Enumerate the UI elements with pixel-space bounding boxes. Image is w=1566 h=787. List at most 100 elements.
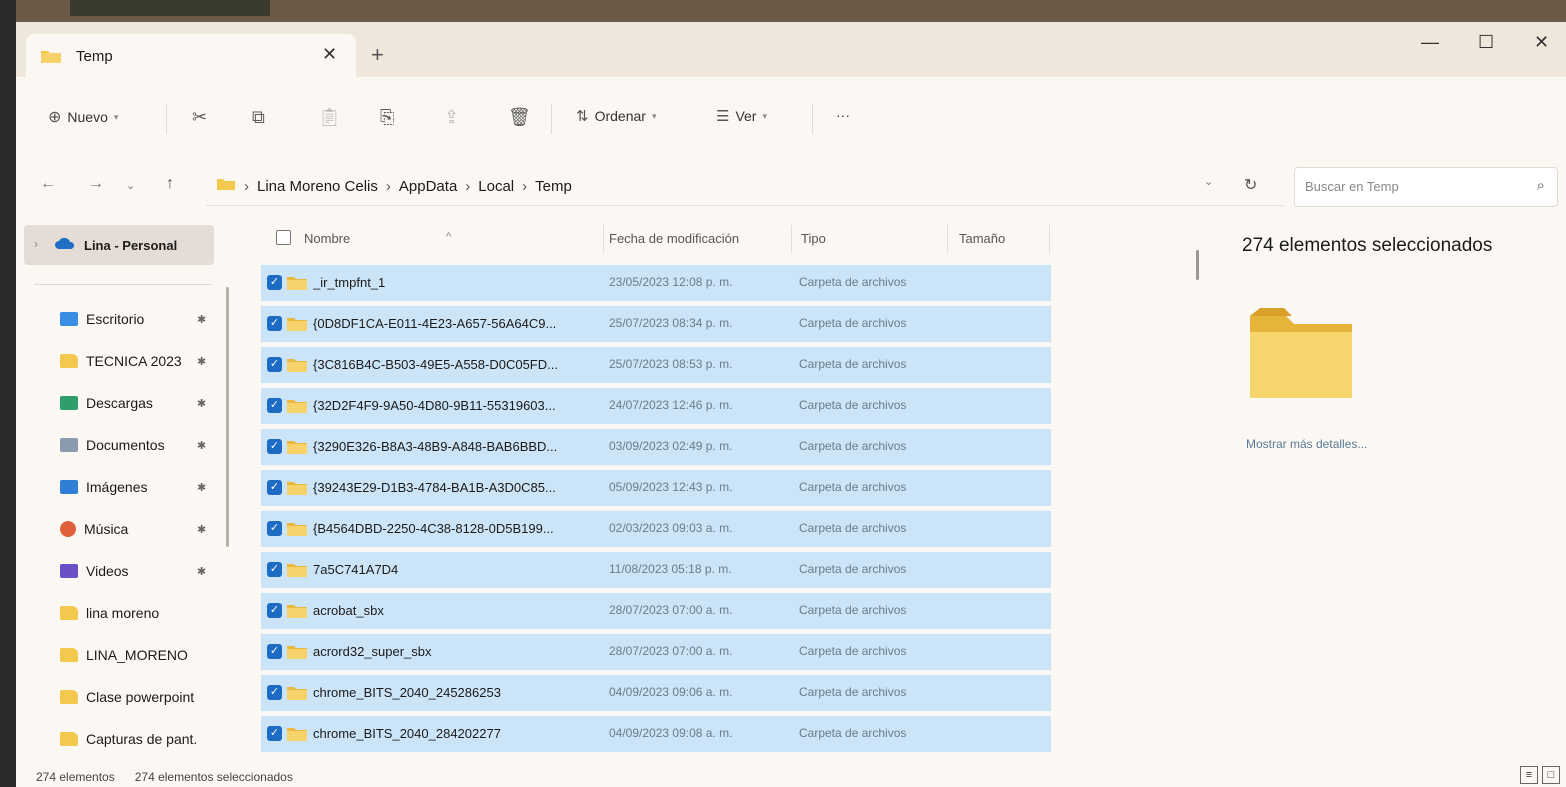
status-selected-count: 274 elementos seleccionados	[134, 770, 293, 784]
table-row[interactable]: ✓ {39243E29-D1B3-4784-BA1B-A3D0C85... 05/0…	[261, 470, 1051, 506]
sidebar-item[interactable]: Documentos ✱	[60, 425, 230, 465]
breadcrumb-item[interactable]: Lina Moreno Celis	[257, 178, 378, 195]
delete-icon[interactable]: 🗑︎	[508, 107, 531, 128]
show-more-details-link[interactable]: Mostrar más detalles...	[1246, 437, 1367, 451]
desktop-background-left	[0, 0, 16, 787]
up-arrow-icon[interactable]: ↑	[166, 175, 174, 193]
sidebar-item[interactable]: TECNICA 2023 ✱	[60, 341, 230, 381]
sidebar-item[interactable]: Videos ✱	[60, 551, 230, 591]
address-history-icon[interactable]: ⌄	[1204, 175, 1213, 188]
file-name: acrord32_super_sbx	[313, 644, 432, 659]
file-date: 02/03/2023 09:03 a. m.	[609, 521, 733, 535]
sidebar-item[interactable]: Descargas ✱	[60, 383, 230, 423]
list-scrollbar[interactable]	[1196, 250, 1199, 280]
sidebar-item[interactable]: LINA_MORENO	[60, 635, 230, 675]
breadcrumb-item[interactable]: AppData	[399, 178, 457, 195]
new-tab-button[interactable]: +	[371, 42, 384, 68]
table-row[interactable]: ✓ 7a5C741A7D4 11/08/2023 05:18 p. m. Carpet…	[261, 552, 1051, 588]
file-list: ^ Nombre Fecha de modificación Tipo Tama…	[261, 217, 1051, 777]
row-checkbox[interactable]: ✓	[267, 398, 282, 413]
row-checkbox[interactable]: ✓	[267, 603, 282, 618]
row-checkbox[interactable]: ✓	[267, 726, 282, 741]
video-icon	[60, 564, 78, 578]
pin-icon[interactable]: ✱	[197, 355, 206, 368]
pin-icon[interactable]: ✱	[197, 565, 206, 578]
tab-temp[interactable]: Temp ✕	[26, 34, 356, 77]
row-checkbox[interactable]: ✓	[267, 439, 282, 454]
column-divider[interactable]	[791, 225, 792, 253]
sidebar-item[interactable]: Clase powerpoint	[60, 677, 230, 717]
minimize-button[interactable]: —	[1421, 32, 1439, 53]
breadcrumb-item[interactable]: Local	[478, 178, 514, 195]
download-icon	[60, 396, 78, 410]
row-checkbox[interactable]: ✓	[267, 521, 282, 536]
column-header-name[interactable]: Nombre	[304, 231, 350, 246]
folder-icon	[216, 177, 236, 195]
command-bar: ⊕ Nuevo ▾ ✂ ⧉ 📋︎ ⎘ ⇪ 🗑︎ ⇅ Ordenar ▾ ☰ Ve…	[16, 77, 1566, 157]
address-bar[interactable]: › Lina Moreno Celis › AppData › Local › …	[206, 167, 1284, 206]
table-row[interactable]: ✓ acrobat_sbx 28/07/2023 07:00 a. m. Carpet…	[261, 593, 1051, 629]
table-row[interactable]: ✓ chrome_BITS_2040_245286253 04/09/2023 09…	[261, 675, 1051, 711]
details-view-icon[interactable]: ≡	[1520, 766, 1538, 784]
row-checkbox[interactable]: ✓	[267, 644, 282, 659]
row-checkbox[interactable]: ✓	[267, 685, 282, 700]
row-checkbox[interactable]: ✓	[267, 480, 282, 495]
table-row[interactable]: ✓ {3C816B4C-B503-49E5-A558-D0C05FD... 25/0…	[261, 347, 1051, 383]
file-name: chrome_BITS_2040_245286253	[313, 685, 501, 700]
file-date: 11/08/2023 05:18 p. m.	[609, 562, 732, 576]
row-checkbox[interactable]: ✓	[267, 275, 282, 290]
column-divider[interactable]	[947, 225, 948, 253]
row-checkbox[interactable]: ✓	[267, 357, 282, 372]
pin-icon[interactable]: ✱	[197, 313, 206, 326]
sidebar-item-label: Clase powerpoint	[86, 689, 195, 705]
table-row[interactable]: ✓ {B4564DBD-2250-4C38-8128-0D5B199... 02/0…	[261, 511, 1051, 547]
select-all-checkbox[interactable]	[276, 230, 291, 245]
paste-icon[interactable]: 📋︎	[318, 107, 341, 128]
refresh-icon[interactable]: ↻	[1244, 175, 1257, 195]
copy-icon[interactable]: ⧉	[252, 107, 265, 128]
file-date: 24/07/2023 12:46 p. m.	[609, 398, 733, 412]
file-name: chrome_BITS_2040_284202277	[313, 726, 501, 741]
column-header-date[interactable]: Fecha de modificación	[609, 231, 739, 246]
sidebar-item[interactable]: Capturas de pant.	[60, 719, 230, 759]
tiles-view-icon[interactable]: □	[1542, 766, 1560, 784]
file-type: Carpeta de archivos	[799, 439, 907, 453]
table-row[interactable]: ✓ _ir_tmpfnt_1 23/05/2023 12:08 p. m. Carpe…	[261, 265, 1051, 301]
column-header-size[interactable]: Tamaño	[959, 231, 1005, 246]
column-header-type[interactable]: Tipo	[801, 231, 826, 246]
rename-icon[interactable]: ⎘	[380, 107, 394, 128]
new-button[interactable]: ⊕ Nuevo ▾	[48, 107, 118, 127]
sidebar-item[interactable]: Música ✱	[60, 509, 230, 549]
table-row[interactable]: ✓ acrord32_super_sbx 28/07/2023 07:00 a. m…	[261, 634, 1051, 670]
table-row[interactable]: ✓ chrome_BITS_2040_284202277 04/09/2023 09…	[261, 716, 1051, 752]
back-arrow-icon[interactable]: ←	[40, 175, 56, 193]
sidebar-item[interactable]: Escritorio ✱	[60, 299, 230, 339]
pin-icon[interactable]: ✱	[197, 439, 206, 452]
recent-locations-icon[interactable]: ⌄	[126, 179, 135, 192]
sidebar-item-onedrive[interactable]: › Lina - Personal	[24, 225, 214, 265]
pin-icon[interactable]: ✱	[197, 523, 206, 536]
cut-icon[interactable]: ✂	[192, 107, 207, 128]
maximize-button[interactable]: ☐	[1478, 32, 1494, 53]
breadcrumb-separator: ›	[465, 177, 471, 195]
share-icon[interactable]: ⇪	[444, 107, 459, 128]
row-checkbox[interactable]: ✓	[267, 562, 282, 577]
view-button[interactable]: ☰ Ver ▾	[716, 107, 767, 125]
pin-icon[interactable]: ✱	[197, 481, 206, 494]
table-row[interactable]: ✓ {32D2F4F9-9A50-4D80-9B11-55319603... 24/…	[261, 388, 1051, 424]
search-box[interactable]: Buscar en Temp ⌕	[1294, 167, 1558, 207]
close-window-button[interactable]: ✕	[1534, 32, 1549, 53]
column-divider[interactable]	[1049, 225, 1050, 253]
sidebar-item[interactable]: lina moreno	[60, 593, 230, 633]
sort-button[interactable]: ⇅ Ordenar ▾	[576, 107, 656, 125]
more-options-button[interactable]: ···	[836, 107, 850, 123]
table-row[interactable]: ✓ {3290E326-B8A3-48B9-A848-BAB6BBD... 03/0…	[261, 429, 1051, 465]
sidebar-item[interactable]: Imágenes ✱	[60, 467, 230, 507]
table-row[interactable]: ✓ {0D8DF1CA-E011-4E23-A657-56A64C9... 25/0…	[261, 306, 1051, 342]
pin-icon[interactable]: ✱	[197, 397, 206, 410]
column-divider[interactable]	[603, 225, 604, 253]
breadcrumb-item[interactable]: Temp	[535, 178, 572, 195]
forward-arrow-icon[interactable]: →	[88, 175, 104, 193]
tab-close-icon[interactable]: ✕	[322, 44, 337, 65]
row-checkbox[interactable]: ✓	[267, 316, 282, 331]
